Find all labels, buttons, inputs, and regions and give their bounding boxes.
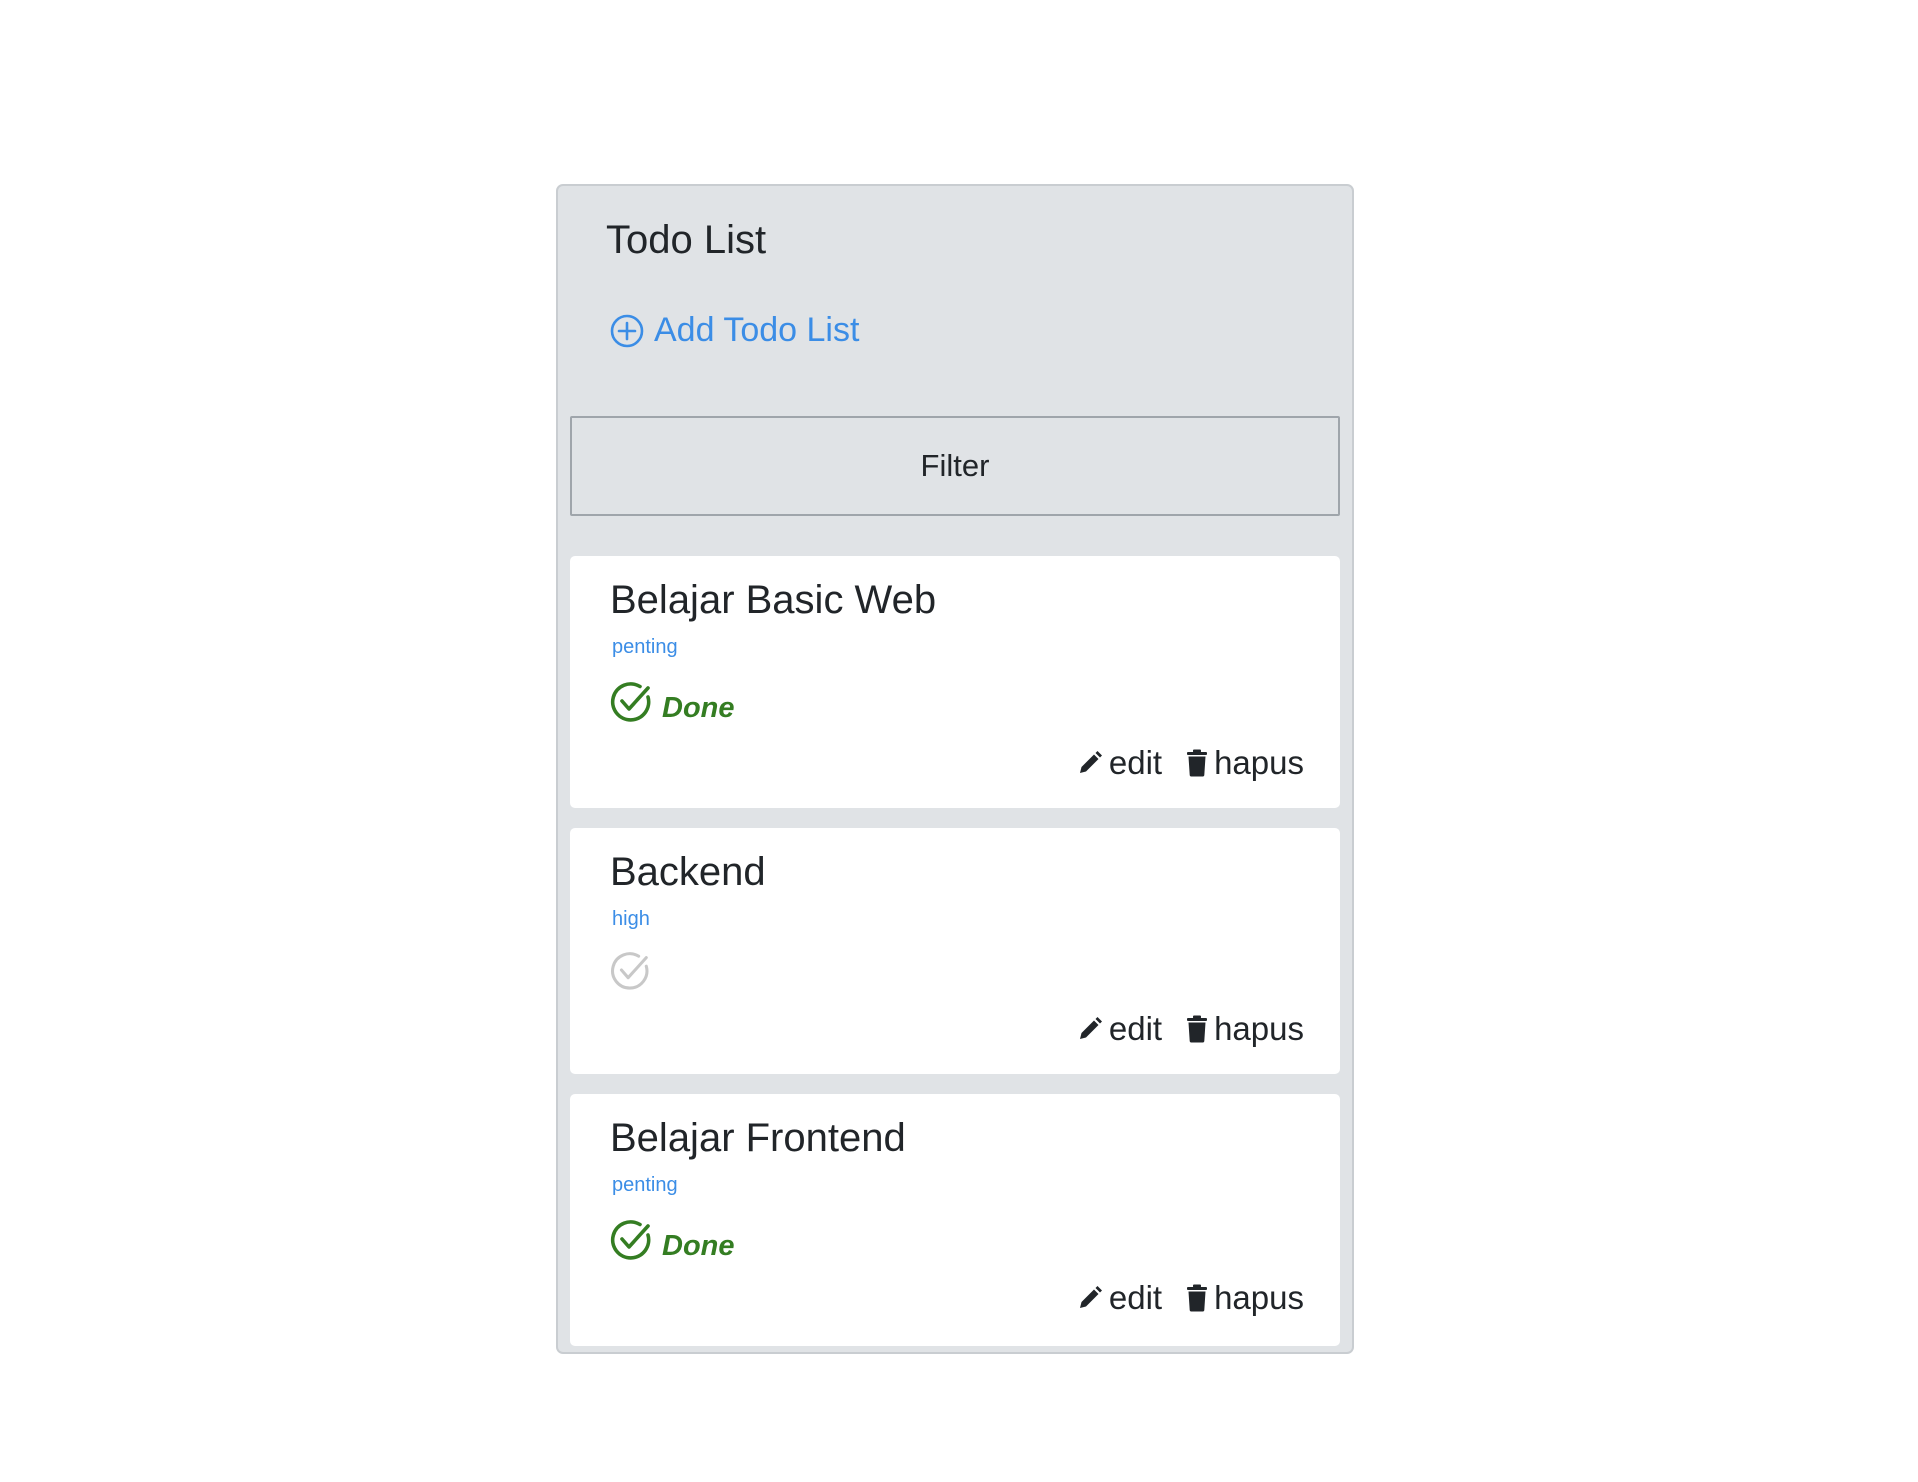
todo-actions: edit hapus	[1077, 1010, 1304, 1048]
todo-card: Backend high edit hapus	[570, 828, 1340, 1074]
todo-actions: edit hapus	[1077, 744, 1304, 782]
trash-icon	[1186, 1015, 1208, 1043]
delete-button[interactable]: hapus	[1186, 1279, 1304, 1317]
pencil-icon	[1077, 1285, 1103, 1311]
delete-label: hapus	[1214, 1010, 1304, 1047]
pencil-icon	[1077, 750, 1103, 776]
plus-circle-icon	[610, 314, 644, 348]
delete-label: hapus	[1214, 744, 1304, 781]
edit-button[interactable]: edit	[1077, 1279, 1162, 1317]
todo-status-toggle[interactable]: Done	[610, 1218, 735, 1267]
todo-card: Belajar Basic Web penting Done edit hapu…	[570, 556, 1340, 808]
todo-panel: Todo List Add Todo List Filter Belajar B…	[556, 184, 1354, 1354]
edit-label: edit	[1108, 744, 1163, 781]
todo-title: Belajar Basic Web	[610, 578, 937, 622]
edit-label: edit	[1108, 1279, 1163, 1316]
check-circle-icon	[610, 680, 654, 729]
todo-priority: high	[612, 908, 650, 930]
todo-priority: penting	[612, 636, 678, 658]
todo-status-toggle[interactable]: Done	[610, 680, 735, 729]
delete-label: hapus	[1214, 1279, 1304, 1316]
todo-title: Belajar Frontend	[610, 1116, 906, 1160]
done-label: Done	[662, 692, 735, 724]
todo-priority: penting	[612, 1174, 678, 1196]
filter-button[interactable]: Filter	[570, 416, 1340, 516]
done-label: Done	[662, 1230, 735, 1262]
todo-card: Belajar Frontend penting Done edit hapus	[570, 1094, 1340, 1346]
delete-button[interactable]: hapus	[1186, 744, 1304, 782]
trash-icon	[1186, 749, 1208, 777]
edit-label: edit	[1108, 1010, 1163, 1047]
check-circle-icon	[610, 950, 652, 997]
page-title: Todo List	[606, 218, 767, 262]
delete-button[interactable]: hapus	[1186, 1010, 1304, 1048]
todo-actions: edit hapus	[1077, 1279, 1304, 1317]
check-circle-icon	[610, 1218, 654, 1267]
todo-title: Backend	[610, 850, 766, 894]
add-todo-link[interactable]: Add Todo List	[610, 311, 859, 350]
todo-status-toggle[interactable]	[610, 950, 660, 997]
edit-button[interactable]: edit	[1077, 744, 1162, 782]
trash-icon	[1186, 1284, 1208, 1312]
edit-button[interactable]: edit	[1077, 1010, 1162, 1048]
pencil-icon	[1077, 1016, 1103, 1042]
add-todo-label: Add Todo List	[654, 311, 860, 349]
